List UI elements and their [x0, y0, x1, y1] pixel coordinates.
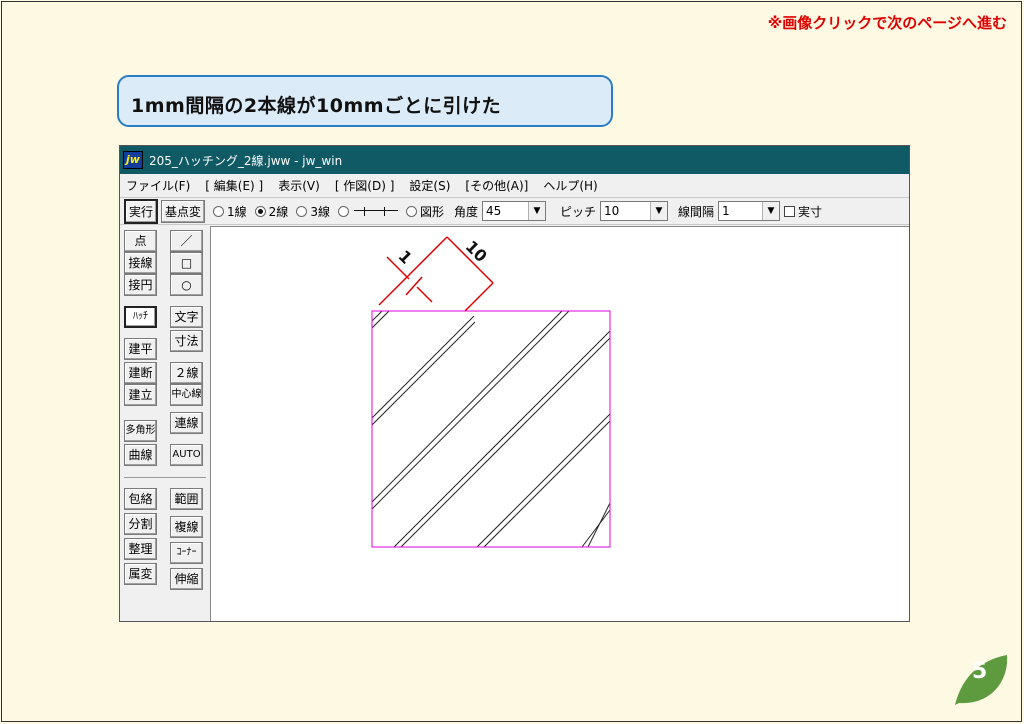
dim-ext-line [405, 276, 423, 296]
tool-circle[interactable]: ○ [170, 274, 203, 296]
menu-draw[interactable]: [ 作図(D) ] [335, 177, 395, 194]
tool-attribute[interactable]: 属変 [124, 563, 157, 585]
radio-dot-icon [405, 205, 417, 217]
tool-arrange[interactable]: 整理 [124, 538, 157, 560]
radio-1line-label: 1線 [227, 204, 247, 219]
radio-line-type[interactable] [337, 205, 398, 217]
menu-help[interactable]: ヘルプ(H) [543, 177, 597, 194]
angle-label: 角度 [453, 204, 478, 219]
hatch-line [371, 315, 475, 419]
dim-ext-line [464, 282, 494, 312]
menu-file[interactable]: ファイル(F) [126, 177, 190, 194]
menu-edit[interactable]: [ 編集(E) ] [205, 177, 263, 194]
hatch-line [483, 420, 611, 548]
jw-win-window: jw 205_ハッチング_2線.jww - jw_win ファイル(F) [ 編… [119, 145, 910, 622]
radio-3line-label: 3線 [310, 204, 330, 219]
pitch-value: 10 [604, 204, 620, 218]
hatch-line [371, 310, 570, 510]
dropdown-arrow-icon[interactable]: ▼ [527, 202, 545, 220]
dim-large-label: 10 [462, 237, 491, 266]
tool-corner[interactable]: ｺｰﾅｰ [170, 542, 203, 564]
hatch-line [371, 310, 390, 329]
hatch-boundary [371, 310, 611, 548]
tool-point[interactable]: 点 [124, 230, 157, 252]
menu-settings[interactable]: 設定(S) [409, 177, 450, 194]
hatch-line [476, 413, 611, 548]
hatch-line [400, 337, 611, 548]
tool-hatch[interactable]: ﾊｯﾁ [124, 306, 157, 328]
hatch-toolbar: 実行 基点変 1線 2線 3線 図形 角度 45 ▼ ピッチ 10 ▼ 線間隔 1 ▼… [120, 197, 909, 225]
tool-section[interactable]: 建断 [124, 362, 157, 384]
radio-dot-icon [213, 205, 225, 217]
tool-stretch[interactable]: 伸縮 [170, 568, 203, 590]
pitch-label: ピッチ [559, 204, 596, 219]
tool-envelope[interactable]: 包絡 [124, 488, 157, 510]
dropdown-arrow-icon[interactable]: ▼ [650, 202, 667, 220]
actual-size-checkbox[interactable] [784, 205, 796, 217]
radio-3line[interactable]: 3線 [296, 203, 330, 220]
menu-other[interactable]: [その他(A)] [465, 177, 528, 194]
tool-rectangle[interactable]: □ [170, 252, 203, 274]
dim-small-label: 1 [395, 246, 416, 267]
slide-background[interactable]: ※画像クリックで次のページへ進む 1mm間隔の2本線が10mmごとに引けた jw… [1, 1, 1022, 722]
menu-bar: ファイル(F) [ 編集(E) ] 表示(V) [ 作図(D) ] 設定(S) … [120, 174, 909, 197]
tool-text[interactable]: 文字 [170, 306, 203, 328]
tool-center-line[interactable]: 中心線 [170, 384, 203, 406]
page-number: 5 [972, 659, 988, 684]
hatch-line [581, 509, 611, 548]
radio-dot-icon [296, 205, 308, 217]
tool-palette: 点 接線 接円 ﾊｯﾁ 建平 建断 建立 多角形 曲線 包絡 分割 整理 属変 … [120, 226, 209, 621]
tool-tangent-circle[interactable]: 接円 [124, 274, 157, 296]
title-bar[interactable]: jw 205_ハッチング_2線.jww - jw_win [120, 146, 909, 174]
tool-polygon[interactable]: 多角形 [124, 420, 157, 442]
radio-dot-selected-icon [254, 205, 266, 217]
actual-size-label: 実寸 [798, 204, 823, 219]
radio-2line-label: 2線 [268, 204, 289, 219]
tool-dimension[interactable]: 寸法 [170, 330, 203, 352]
hatch-drawing[interactable]: 1 10 [211, 227, 909, 621]
tool-continuous-line[interactable]: 連線 [170, 412, 203, 434]
hatch-line [371, 321, 476, 426]
angle-value: 45 [485, 204, 502, 218]
tool-divide[interactable]: 分割 [124, 513, 157, 535]
tool-plan[interactable]: 建平 [124, 338, 157, 360]
interval-value: 1 [722, 204, 730, 218]
exec-button[interactable]: 実行 [124, 198, 159, 224]
radio-shape[interactable]: 図形 [405, 203, 444, 220]
tool-range[interactable]: 範囲 [170, 488, 203, 510]
dim-arrow-line [416, 286, 433, 303]
base-change-button[interactable]: 基点変 [161, 199, 206, 223]
pitch-combo[interactable]: 10 ▼ [600, 201, 668, 221]
tool-auto[interactable]: AUTO [170, 444, 203, 466]
next-page-note[interactable]: ※画像クリックで次のページへ進む [768, 12, 1007, 33]
tool-offset[interactable]: 複線 [170, 516, 203, 538]
radio-dot-icon [337, 205, 349, 217]
line-type-icon [353, 205, 398, 217]
caption-box: 1mm間隔の2本線が10mmごとに引けた [117, 75, 613, 127]
hatch-lines [371, 310, 611, 548]
jw-app-icon: jw [123, 151, 143, 169]
menu-view[interactable]: 表示(V) [278, 177, 320, 194]
dim-ext-line [378, 236, 448, 306]
page-badge: 5 [951, 651, 1009, 707]
tool-tangent-line[interactable]: 接線 [124, 252, 157, 274]
palette-divider [124, 477, 206, 478]
interval-combo[interactable]: 1 ▼ [718, 201, 781, 221]
tool-elevation[interactable]: 建立 [124, 384, 157, 406]
window-title: 205_ハッチング_2線.jww - jw_win [149, 153, 343, 168]
tool-double-line[interactable]: ２線 [170, 362, 203, 384]
radio-1line[interactable]: 1線 [213, 203, 247, 220]
radio-shape-label: 図形 [419, 204, 444, 219]
interval-label: 線間隔 [678, 204, 715, 219]
drawing-canvas[interactable]: 1 10 [210, 226, 909, 621]
dropdown-arrow-icon[interactable]: ▼ [762, 202, 780, 220]
tool-line[interactable]: ／ [170, 230, 203, 252]
tool-curve[interactable]: 曲線 [124, 444, 157, 466]
angle-combo[interactable]: 45 ▼ [481, 201, 546, 221]
radio-2line[interactable]: 2線 [254, 203, 289, 220]
